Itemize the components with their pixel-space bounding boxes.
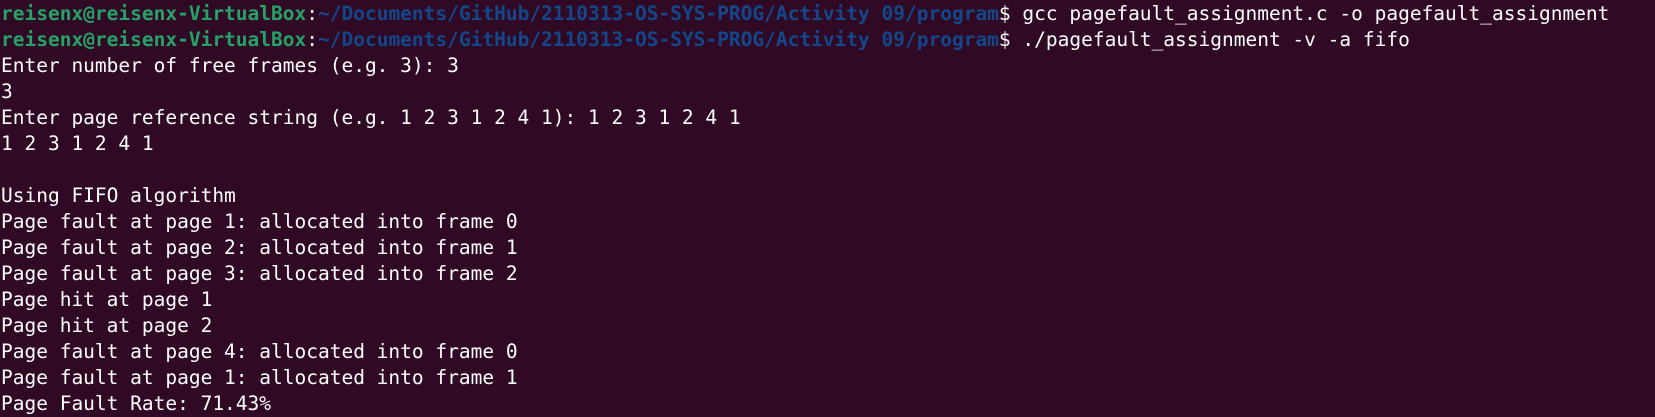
prompt-separator: : <box>306 28 318 51</box>
prompt-user-host: reisenx@reisenx-VirtualBox <box>1 2 307 25</box>
output-line: Page Fault Rate: 71.43% <box>1 392 272 415</box>
output-line: Page fault at page 4: allocated into fra… <box>1 340 518 363</box>
prompt-path: ~/Documents/GitHub/2110313-OS-SYS-PROG/A… <box>318 2 999 25</box>
output-line: Page hit at page 1 <box>1 288 213 311</box>
output-line: Enter page reference string (e.g. 1 2 3 … <box>1 106 741 129</box>
output-line: Page fault at page 1: allocated into fra… <box>1 210 518 233</box>
prompt-line-1: reisenx@reisenx-VirtualBox:~/Documents/G… <box>1 1 1655 27</box>
prompt-dollar: $ <box>998 28 1011 51</box>
command-text: ./pagefault_assignment -v -a fifo <box>1010 28 1410 51</box>
prompt-dollar: $ <box>998 2 1011 25</box>
output-line: Page fault at page 3: allocated into fra… <box>1 262 518 285</box>
output-line: 1 2 3 1 2 4 1 <box>1 132 154 155</box>
output-line: Page fault at page 2: allocated into fra… <box>1 236 518 259</box>
prompt-user-host: reisenx@reisenx-VirtualBox <box>1 28 307 51</box>
command-text: gcc pagefault_assignment.c -o pagefault_… <box>1010 2 1610 25</box>
output-line: Page fault at page 1: allocated into fra… <box>1 366 518 389</box>
output-line: 3 <box>1 80 13 103</box>
terminal-window[interactable]: reisenx@reisenx-VirtualBox:~/Documents/G… <box>0 0 1655 417</box>
output-line: Using FIFO algorithm <box>1 184 236 207</box>
prompt-path: ~/Documents/GitHub/2110313-OS-SYS-PROG/A… <box>318 28 999 51</box>
prompt-separator: : <box>306 2 318 25</box>
prompt-line-2: reisenx@reisenx-VirtualBox:~/Documents/G… <box>1 27 1655 53</box>
output-line: Enter number of free frames (e.g. 3): 3 <box>1 54 459 77</box>
output-line: Page hit at page 2 <box>1 314 213 337</box>
